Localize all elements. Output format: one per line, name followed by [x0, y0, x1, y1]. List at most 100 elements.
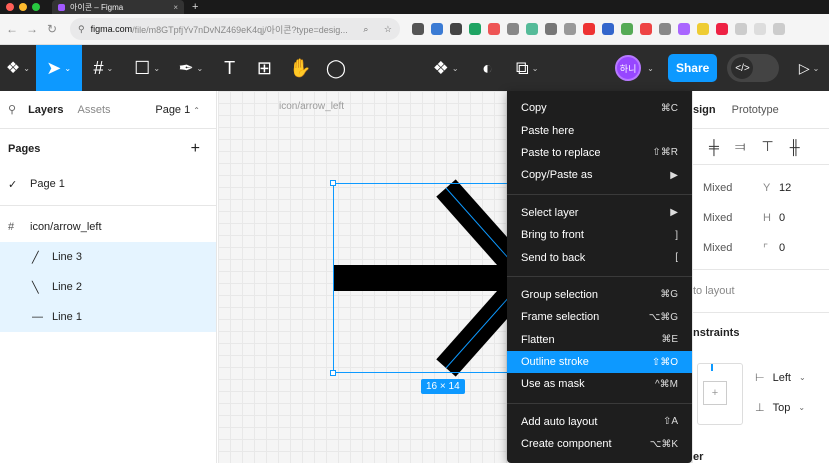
align-right-icon[interactable]: ⫤ — [735, 138, 746, 155]
vertical-constraint-select[interactable]: ⊥ Top ⌄ — [755, 401, 805, 415]
menu-item-create-component[interactable]: Create component ⌥⌘K — [507, 433, 692, 455]
search-icon[interactable]: ⚲ — [8, 103, 16, 116]
comment-tool-button[interactable]: ◯ — [318, 45, 354, 91]
auto-layout-section[interactable]: to layout — [693, 269, 829, 313]
extension-icon[interactable] — [583, 23, 595, 35]
align-horizontal-center-icon[interactable]: ╪ — [709, 139, 719, 155]
extension-icon[interactable] — [545, 23, 557, 35]
menu-item-add-auto-layout[interactable]: Add auto layout ⇧A — [507, 411, 692, 433]
h-label: H — [763, 212, 771, 224]
user-avatar-menu[interactable]: 하니 ⌄ — [615, 55, 654, 81]
tab-design[interactable]: sign — [693, 104, 716, 116]
extension-icon[interactable] — [640, 23, 652, 35]
menu-item-flatten[interactable]: Flatten ⌘E — [507, 329, 692, 351]
layer-item[interactable]: ╱ Line 3 — [0, 242, 216, 272]
menu-item-group-selection[interactable]: Group selection ⌘G — [507, 284, 692, 306]
h-value[interactable]: 0 — [779, 212, 785, 224]
extension-icon[interactable] — [754, 23, 766, 35]
puzzle-icon[interactable] — [735, 23, 747, 35]
menu-item-copy-paste-as[interactable]: Copy/Paste as ▶ — [507, 164, 692, 186]
text-tool-button[interactable]: T — [213, 45, 247, 91]
extension-icon[interactable] — [697, 23, 709, 35]
extension-icon[interactable] — [564, 23, 576, 35]
selection-box[interactable] — [333, 183, 508, 373]
extension-icon[interactable] — [716, 23, 728, 35]
site-info-icon[interactable]: ⚲ — [78, 24, 85, 35]
menu-shortcut: ] — [675, 229, 678, 241]
browser-tab[interactable]: 아이콘 – Figma × — [52, 0, 184, 14]
menu-item-outline-stroke[interactable]: Outline stroke ⇧⌘O — [507, 350, 692, 374]
rotation-value[interactable]: Mixed — [703, 242, 763, 254]
corner-radius-value[interactable]: 0 — [779, 242, 785, 254]
menu-item-select-layer[interactable]: Select layer ▶ — [507, 202, 692, 224]
code-icon: </> — [731, 57, 754, 79]
extension-icon[interactable] — [431, 23, 443, 35]
extension-icon[interactable] — [412, 23, 424, 35]
zoom-icon[interactable]: ⌕ — [357, 24, 368, 35]
tab-prototype[interactable]: Prototype — [732, 104, 779, 116]
y-value[interactable]: 12 — [779, 182, 791, 194]
menu-item-use-as-mask[interactable]: Use as mask ^⌘M — [507, 373, 692, 395]
new-tab-button[interactable]: + — [192, 1, 198, 13]
shape-tool-button[interactable]: ☐ ⌄ — [125, 45, 169, 91]
layer-item[interactable]: ╲ Line 2 — [0, 272, 216, 302]
layer-item[interactable]: — Line 1 — [0, 302, 216, 332]
resources-button[interactable]: ⊞ — [247, 45, 283, 91]
menu-item-copy[interactable]: Copy ⌘C — [507, 97, 692, 119]
extension-icon[interactable] — [488, 23, 500, 35]
minimize-window-button[interactable] — [19, 3, 27, 11]
x-value[interactable]: Mixed — [703, 182, 763, 194]
menu-item-paste-to-replace[interactable]: Paste to replace ⇧⌘R — [507, 142, 692, 164]
layer-item-label: Line 3 — [52, 251, 82, 263]
close-window-button[interactable] — [6, 3, 14, 11]
tab-layers[interactable]: Layers — [28, 104, 63, 116]
menu-shortcut: ^⌘M — [654, 378, 678, 390]
constraints-widget[interactable]: + — [697, 363, 743, 425]
add-page-button[interactable]: + — [191, 140, 200, 158]
share-button[interactable]: Share — [667, 54, 718, 82]
resize-handle[interactable] — [330, 180, 336, 186]
frame-tool-button[interactable]: # ⌄ — [82, 45, 126, 91]
menu-item-send-to-back[interactable]: Send to back [ — [507, 246, 692, 268]
dev-mode-toggle[interactable]: </> — [727, 54, 780, 82]
avatar: 하니 — [615, 55, 642, 81]
extension-icon[interactable] — [450, 23, 462, 35]
layer-frame[interactable]: # icon/arrow_left — [0, 212, 216, 242]
tab-close-icon[interactable]: × — [173, 3, 178, 12]
w-value[interactable]: Mixed — [703, 212, 763, 224]
page-item[interactable]: ✓ Page 1 — [0, 169, 216, 199]
extension-icon[interactable] — [526, 23, 538, 35]
horizontal-constraint-select[interactable]: ⊢ Left ⌄ — [755, 371, 806, 385]
extension-icon[interactable] — [773, 23, 785, 35]
pen-tool-button[interactable]: ✒ ⌄ — [169, 45, 213, 91]
menu-shortcut: ⇧A — [662, 416, 678, 428]
extension-icon[interactable] — [469, 23, 481, 35]
resize-handle[interactable] — [330, 370, 336, 376]
boolean-ops-button[interactable]: ⧉ ⌄ — [505, 45, 549, 91]
tab-assets[interactable]: Assets — [78, 104, 111, 116]
align-vertical-center-icon[interactable]: ╫ — [790, 139, 800, 155]
align-top-icon[interactable]: ⊤ — [761, 138, 773, 155]
main-menu-button[interactable]: ❖ ⌄ — [0, 45, 36, 91]
menu-item-bring-to-front[interactable]: Bring to front] — [507, 224, 692, 246]
canvas[interactable]: icon/arrow_left 16 × 14 — [218, 91, 508, 463]
hand-tool-button[interactable]: ✋ — [282, 45, 318, 91]
extension-icon[interactable] — [507, 23, 519, 35]
extension-icon[interactable] — [602, 23, 614, 35]
move-tool-button[interactable]: ➤ ⌄ — [35, 45, 82, 91]
menu-item-frame-selection[interactable]: Frame selection ⌥⌘G — [507, 306, 692, 328]
url-input[interactable]: ⚲ figma.com /file/m8GTpfjYv7nDvNZ469eK4q… — [70, 18, 400, 40]
extension-icon[interactable] — [659, 23, 671, 35]
page-selector[interactable]: Page 1 ⌃ — [155, 104, 200, 116]
forward-arrow-icon[interactable]: → — [24, 22, 40, 36]
menu-item-paste-here[interactable]: Paste here — [507, 119, 692, 141]
component-button[interactable]: ❖ ⌄ — [422, 45, 470, 91]
bookmark-star-icon[interactable]: ☆ — [378, 24, 392, 35]
extension-icon[interactable] — [621, 23, 633, 35]
mask-button[interactable]: ◐ — [470, 45, 506, 91]
back-arrow-icon[interactable]: ← — [4, 22, 20, 36]
extension-icon[interactable] — [678, 23, 690, 35]
present-button[interactable]: ▷ ⌄ — [789, 45, 829, 91]
maximize-window-button[interactable] — [32, 3, 40, 11]
reload-icon[interactable]: ↻ — [44, 22, 60, 36]
